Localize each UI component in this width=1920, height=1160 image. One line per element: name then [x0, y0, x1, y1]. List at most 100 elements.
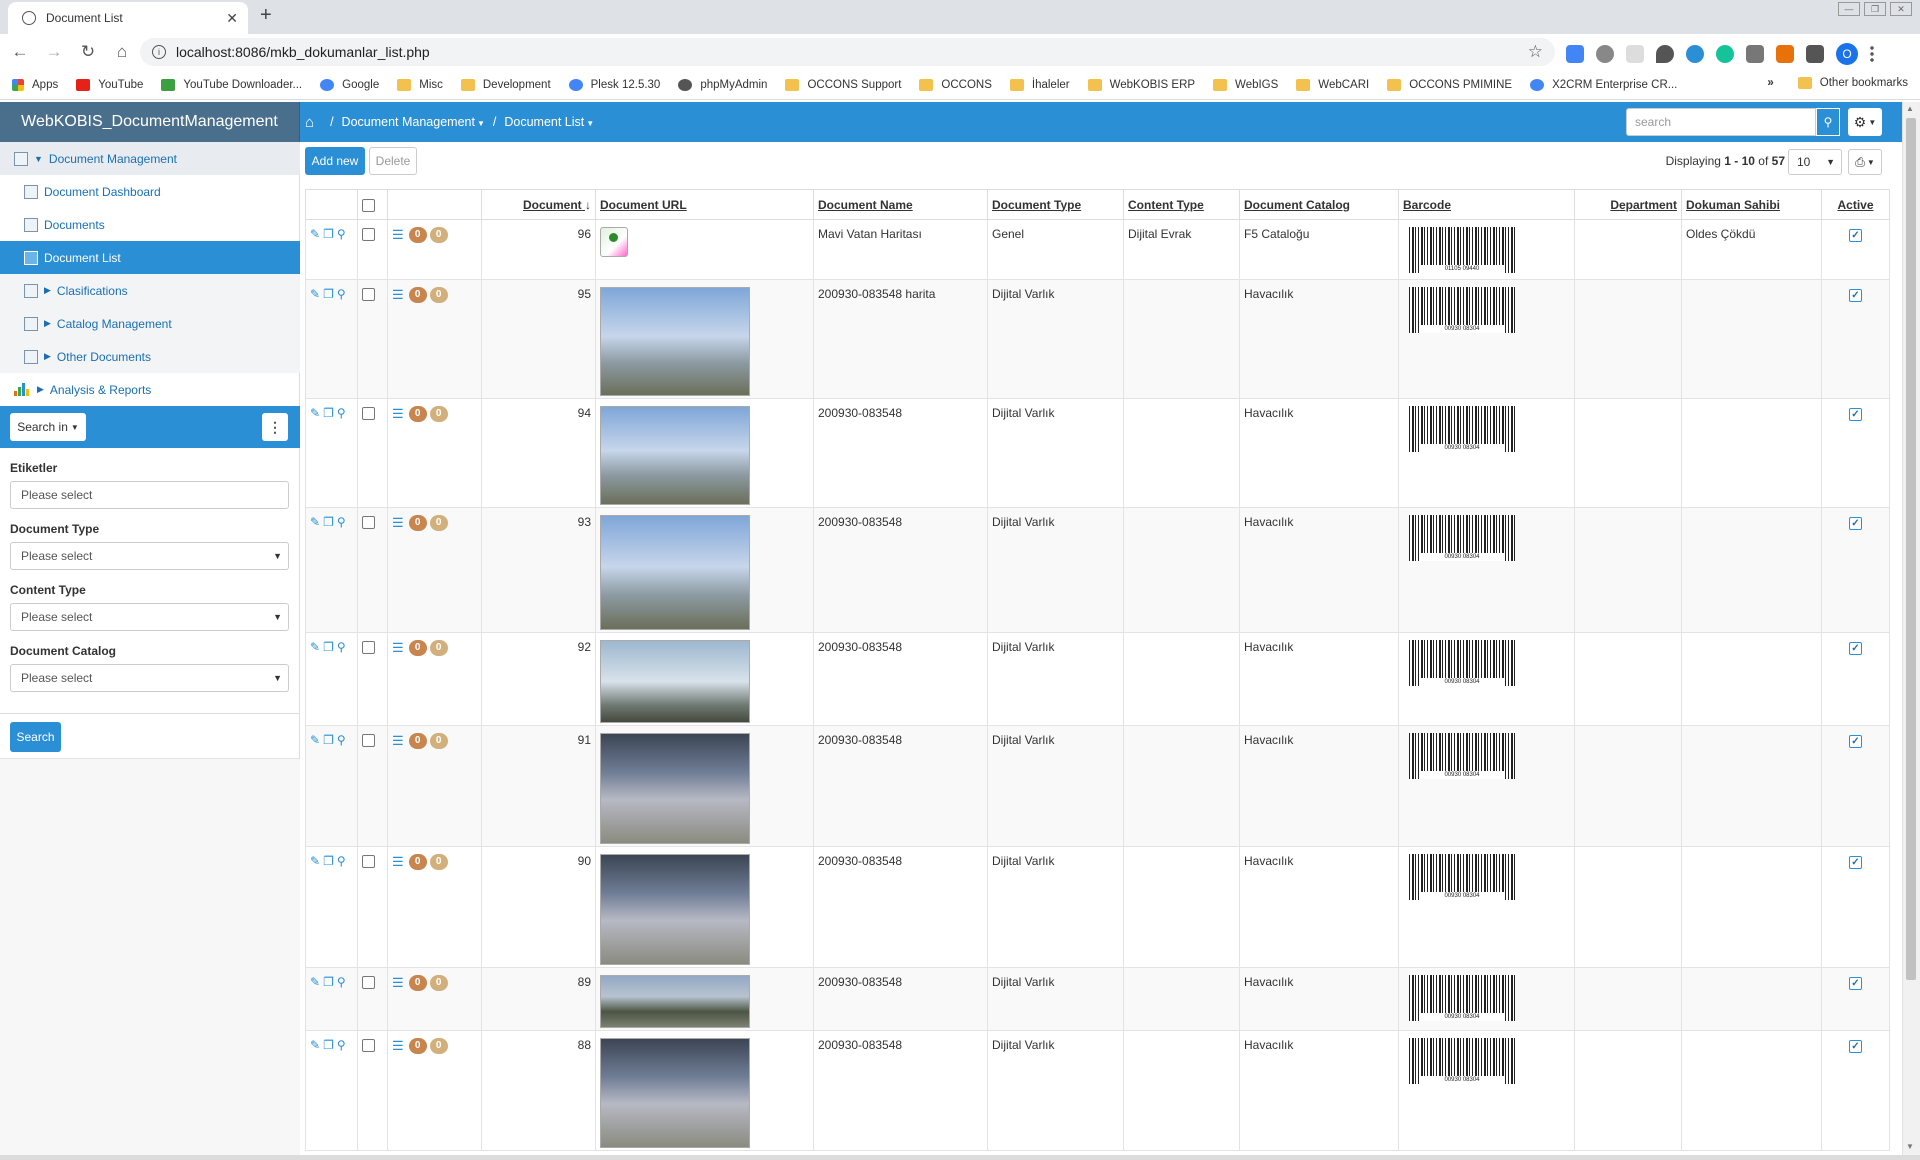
sidebar-item-catalog-management[interactable]: ▶ Catalog Management — [0, 307, 300, 340]
bookmark-folder-webcari[interactable]: WebCARI — [1296, 78, 1369, 91]
bookmark-apps[interactable]: Apps — [12, 78, 58, 91]
edit-pencil-icon[interactable]: ✎ — [310, 733, 320, 747]
copy-icon[interactable]: ❐ — [323, 227, 334, 241]
map-file-icon[interactable] — [600, 227, 628, 257]
content-type-select[interactable]: Please select ▼ — [10, 603, 289, 631]
view-search-icon[interactable]: ⚲ — [337, 515, 346, 529]
print-menu-button[interactable]: ⎙ ▼ — [1848, 149, 1882, 175]
count-badge[interactable]: 0 — [408, 227, 427, 243]
document-thumbnail[interactable] — [600, 640, 750, 723]
html-icon[interactable] — [1746, 45, 1764, 63]
row-checkbox[interactable] — [362, 516, 375, 530]
list-icon[interactable]: ☰ — [392, 515, 404, 531]
bookmark-folder-occons[interactable]: OCCONS — [919, 78, 992, 91]
sidebar-item-document-dashboard[interactable]: Document Dashboard — [0, 175, 300, 208]
row-checkbox[interactable] — [362, 641, 375, 655]
browser-tab[interactable]: Document List ✕ — [8, 2, 248, 34]
copy-icon[interactable]: ❐ — [323, 515, 334, 529]
table-row[interactable]: ✎ ❐ ⚲ ☰ 0 0 93 200930-083548 Dijital Varlık Havac… — [305, 507, 1890, 633]
copy-icon[interactable]: ❐ — [323, 975, 334, 989]
list-icon[interactable]: ☰ — [392, 975, 404, 991]
global-search-input[interactable]: search — [1626, 108, 1816, 136]
bookmark-plesk[interactable]: Plesk 12.5.30 — [568, 78, 660, 91]
active-checkbox[interactable]: ✓ — [1849, 977, 1862, 990]
search-button[interactable]: Search — [10, 722, 61, 752]
wikipedia-icon[interactable] — [1626, 45, 1644, 63]
count-badge[interactable]: 0 — [429, 854, 448, 870]
table-row[interactable]: ✎ ❐ ⚲ ☰ 0 0 96 Mavi Vatan Haritası Genel Dijital … — [305, 219, 1890, 280]
active-checkbox[interactable]: ✓ — [1849, 289, 1862, 302]
bookmark-star-icon[interactable]: ☆ — [1528, 42, 1543, 62]
add-new-button[interactable]: Add new — [305, 147, 365, 175]
header-document[interactable]: Document ↓ — [481, 189, 596, 220]
document-thumbnail[interactable] — [600, 733, 750, 844]
scroll-up-icon[interactable]: ▲ — [1906, 104, 1914, 113]
back-icon[interactable]: ← — [6, 42, 34, 62]
copy-icon[interactable]: ❐ — [323, 640, 334, 654]
restore-icon[interactable]: ❐ — [1864, 2, 1886, 16]
bookmark-phpmyadmin[interactable]: phpMyAdmin — [678, 78, 767, 91]
active-checkbox[interactable]: ✓ — [1849, 229, 1862, 242]
list-icon[interactable]: ☰ — [392, 406, 404, 422]
view-search-icon[interactable]: ⚲ — [337, 854, 346, 868]
active-checkbox[interactable]: ✓ — [1849, 1040, 1862, 1053]
info-icon[interactable]: i — [152, 45, 166, 59]
table-row[interactable]: ✎ ❐ ⚲ ☰ 0 0 88 200930-083548 Dijital Varlık Havac… — [305, 1030, 1890, 1151]
list-icon[interactable]: ☰ — [392, 227, 404, 243]
document-thumbnail[interactable] — [600, 515, 750, 630]
header-document-type[interactable]: Document Type — [987, 189, 1124, 220]
copy-icon[interactable]: ❐ — [323, 854, 334, 868]
count-badge[interactable]: 0 — [429, 975, 448, 991]
sidebar-item-clasifications[interactable]: ▶ Clasifications — [0, 274, 300, 307]
select-all-checkbox[interactable] — [362, 198, 375, 212]
close-window-icon[interactable]: ✕ — [1890, 2, 1912, 16]
view-search-icon[interactable]: ⚲ — [337, 406, 346, 420]
list-icon[interactable]: ☰ — [392, 733, 404, 749]
list-icon[interactable]: ☰ — [392, 287, 404, 303]
bookmarks-overflow-icon[interactable]: » — [1767, 77, 1773, 89]
copy-icon[interactable]: ❐ — [323, 406, 334, 420]
bookmark-youtube-downloader[interactable]: YouTube Downloader... — [161, 78, 302, 91]
table-row[interactable]: ✎ ❐ ⚲ ☰ 0 0 89 200930-083548 Dijital Varlık Havac… — [305, 967, 1890, 1031]
app-brand[interactable]: WebKOBIS_DocumentManagement — [0, 102, 300, 142]
table-row[interactable]: ✎ ❐ ⚲ ☰ 0 0 95 200930-083548 harita Dijital Varl… — [305, 279, 1890, 399]
document-thumbnail[interactable] — [600, 854, 750, 965]
edit-pencil-icon[interactable]: ✎ — [310, 287, 320, 301]
count-badge[interactable]: 0 — [429, 515, 448, 531]
settings-gear-icon[interactable]: ⚙ ▼ — [1848, 108, 1882, 136]
count-badge[interactable]: 0 — [408, 406, 427, 422]
count-badge[interactable]: 0 — [408, 1038, 427, 1054]
edit-pencil-icon[interactable]: ✎ — [310, 854, 320, 868]
view-search-icon[interactable]: ⚲ — [337, 1038, 346, 1052]
count-badge[interactable]: 0 — [429, 1038, 448, 1054]
edit-pencil-icon[interactable]: ✎ — [310, 406, 320, 420]
url-bar[interactable]: i localhost:8086/mkb_dokumanlar_list.php… — [140, 38, 1555, 66]
count-badge[interactable]: 0 — [408, 975, 427, 991]
count-badge[interactable]: 0 — [429, 406, 448, 422]
bookmark-x2crm[interactable]: X2CRM Enterprise CR... — [1530, 78, 1677, 91]
header-department[interactable]: Department — [1574, 189, 1682, 220]
list-icon[interactable]: ☰ — [392, 640, 404, 656]
row-checkbox[interactable] — [362, 734, 375, 748]
document-thumbnail[interactable] — [600, 1038, 750, 1148]
count-badge[interactable]: 0 — [408, 287, 427, 303]
profile-avatar[interactable]: O — [1836, 43, 1858, 65]
table-row[interactable]: ✎ ❐ ⚲ ☰ 0 0 90 200930-083548 Dijital Varlık Havac… — [305, 846, 1890, 968]
active-checkbox[interactable]: ✓ — [1849, 856, 1862, 869]
search-in-dropdown[interactable]: Search in ▼ — [10, 413, 86, 441]
row-checkbox[interactable] — [362, 855, 375, 869]
bookmark-folder-webkobis-erp[interactable]: WebKOBIS ERP — [1087, 78, 1195, 91]
etiketler-field[interactable]: Please select — [10, 481, 289, 509]
new-tab-button[interactable]: + — [260, 4, 272, 27]
bookmark-youtube[interactable]: YouTube — [76, 78, 143, 91]
count-badge[interactable]: 0 — [408, 640, 427, 656]
view-search-icon[interactable]: ⚲ — [337, 227, 346, 241]
row-checkbox[interactable] — [362, 228, 375, 242]
infinity-icon[interactable] — [1686, 45, 1704, 63]
count-badge[interactable]: 0 — [408, 854, 427, 870]
bookmark-folder-occons-pmimine[interactable]: OCCONS PMIMINE — [1387, 78, 1512, 91]
scroll-down-icon[interactable]: ▼ — [1906, 1142, 1914, 1151]
active-checkbox[interactable]: ✓ — [1849, 517, 1862, 530]
breadcrumb-document-management[interactable]: Document Management ▼ — [342, 115, 485, 129]
pin-icon[interactable] — [1656, 45, 1674, 63]
